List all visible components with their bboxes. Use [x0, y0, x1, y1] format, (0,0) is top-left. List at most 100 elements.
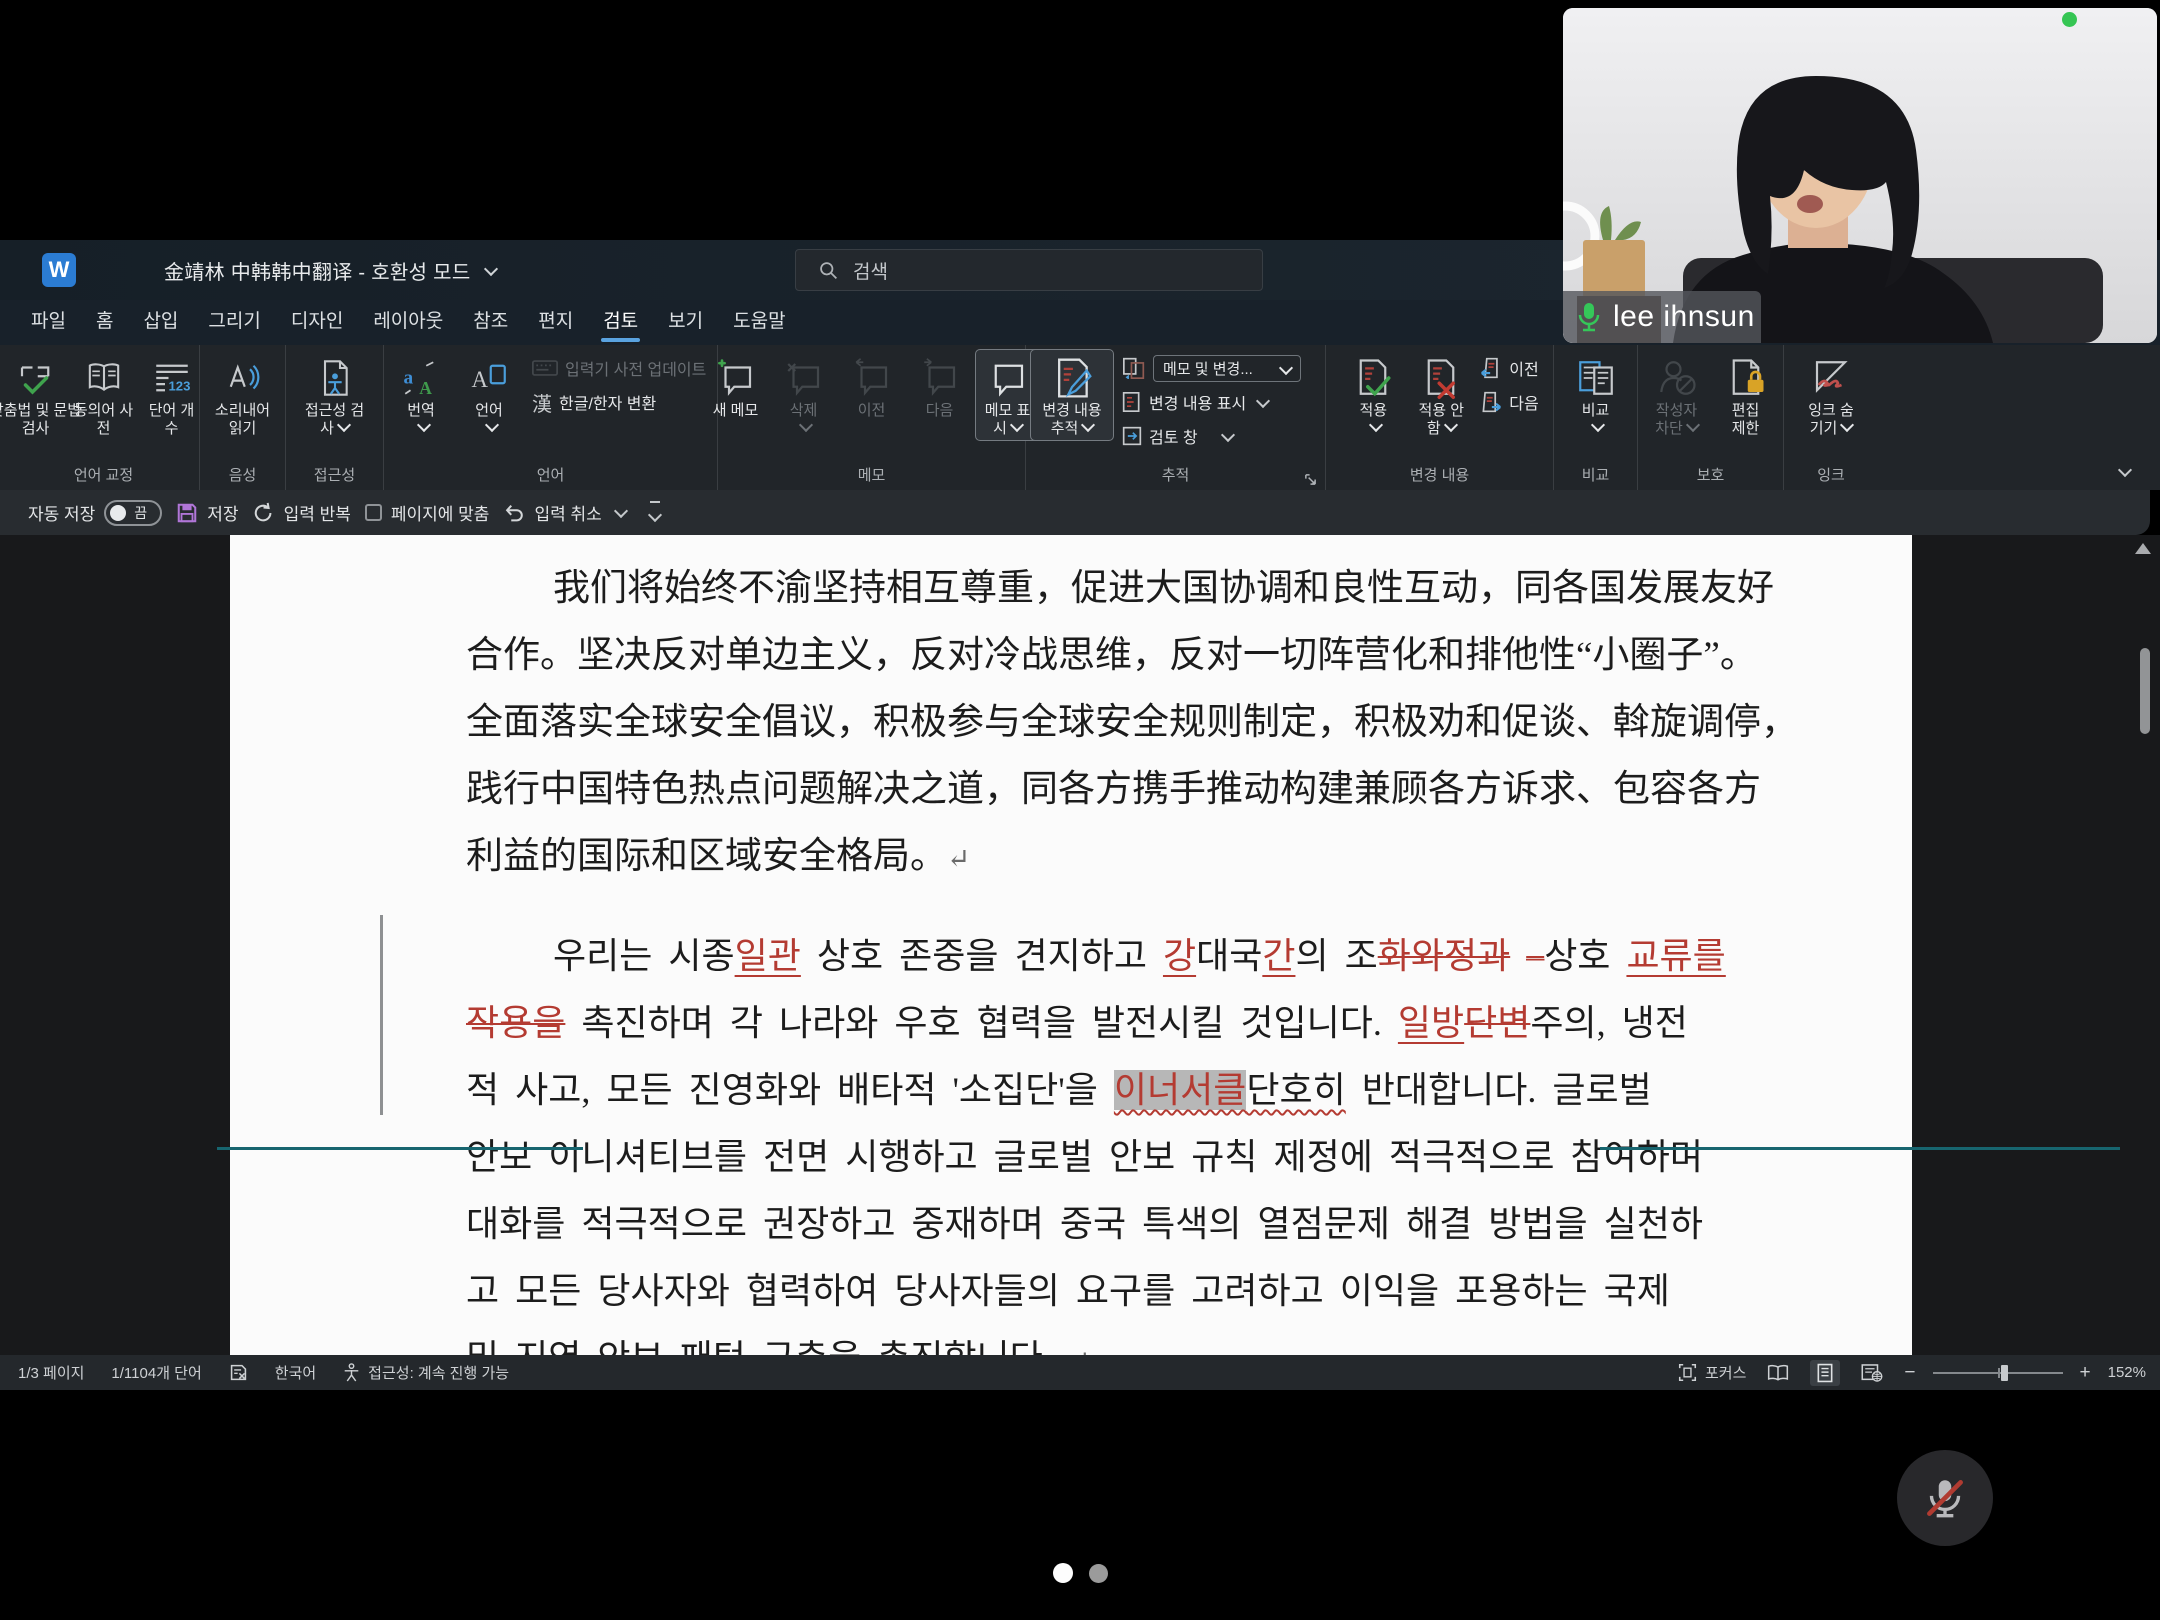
show-markup-button[interactable]: 변경 내용 표시 — [1122, 387, 1301, 417]
doc-line: 대화를 적극적으로 권장하고 중재하며 중국 특색의 열점문제 해결 방법을 실… — [466, 1192, 1726, 1259]
read-aloud-button[interactable]: 소리내어 읽기 — [204, 349, 281, 441]
scroll-up-arrow[interactable] — [2135, 543, 2151, 554]
ribbon-group-comments: 새 메모 삭제 — [718, 345, 1026, 490]
ribbon-group-compare: 비교 비교 — [1554, 345, 1638, 490]
lock-document-icon — [1725, 354, 1767, 402]
undo-button[interactable]: 입력 취소 — [503, 500, 625, 525]
zoom-slider[interactable] — [1933, 1372, 2063, 1374]
accept-change-button[interactable]: 적용 — [1340, 349, 1406, 441]
markup-options-dropdown[interactable]: 메모 및 변경... — [1122, 353, 1301, 383]
reject-change-button[interactable]: 적용 안 함 — [1408, 349, 1474, 441]
markup-pages-icon — [1122, 357, 1146, 379]
hide-ink-button[interactable]: 잉크 숨기기 — [1797, 349, 1865, 441]
focus-mode-button[interactable]: 포커스 — [1678, 1362, 1746, 1383]
ribbon-group-ink: 잉크 숨기기 잉크 — [1784, 345, 1878, 490]
tab-레이아웃[interactable]: 레이아웃 — [358, 300, 458, 345]
track-changes-button[interactable]: 변경 내용 추적 — [1030, 349, 1114, 441]
tab-홈[interactable]: 홈 — [81, 300, 128, 345]
zoom-out-button[interactable]: − — [1904, 1362, 1915, 1384]
previous-change-button[interactable]: 이전 — [1480, 353, 1538, 383]
group-label-protect: 보호 — [1642, 465, 1779, 490]
mute-microphone-button[interactable] — [1897, 1450, 1993, 1546]
title-chevron-down-icon[interactable] — [484, 261, 498, 275]
document-area[interactable]: 我们将始终不渝坚持相互尊重，促进大国协调和良性互动，同各国发展友好合作。坚决反对… — [0, 535, 2160, 1355]
autosave-toggle[interactable]: 자동 저장 끔 — [28, 500, 162, 526]
doc-line: 고 모든 당사자와 협력하여 당사자들의 요구를 고려하고 이익을 포용하는 국… — [466, 1259, 1726, 1326]
spelling-grammar-button[interactable]: 맞춤법 및 문법 검사 — [3, 349, 69, 441]
ribbon-group-speech: 소리내어 읽기 음성 — [200, 345, 286, 490]
webcam-video-tile[interactable]: lee ihnsun — [1563, 8, 2157, 343]
tab-편지[interactable]: 편지 — [523, 300, 588, 345]
doc-line: 全面落实全球安全倡议，积极参与全球安全规则制定，积极劝和促谈、斡旋调停， — [466, 691, 1726, 758]
page-dot-active[interactable] — [1053, 1563, 1073, 1583]
block-authors-button: 작성자 차단 — [1643, 349, 1711, 441]
scrollbar-thumb[interactable] — [2140, 648, 2150, 734]
undo-chevron-icon[interactable] — [614, 504, 628, 518]
language-indicator[interactable]: 한국어 — [275, 1362, 316, 1383]
fit-page-checkbox[interactable]: 페이지에 맞춤 — [365, 500, 490, 525]
undo-icon — [503, 502, 525, 524]
read-mode-button[interactable] — [1763, 1360, 1793, 1386]
translate-button[interactable]: a A 번역 — [388, 349, 454, 441]
next-comment-icon — [919, 354, 961, 402]
korean-paragraph: 우리는 시종일관 상호 존중을 견지하고 강대국간의 조화와정과 –상호 교류를… — [466, 924, 1726, 1355]
dialog-launcher-icon[interactable] — [1304, 473, 1317, 486]
next-change-button[interactable]: 다음 — [1480, 387, 1538, 417]
previous-comment-button: 이전 — [839, 349, 905, 423]
track-changes-icon — [1050, 354, 1094, 402]
doc-line: 및 지역 안보 패턴 구축을 촉진합니다. ↵ — [466, 1326, 1726, 1355]
doc-line: 안보 이니셔티브를 전면 시행하고 글로벌 안보 규칙 제정에 적극적으로 참여… — [466, 1125, 1726, 1192]
doc-line: 작용을 촉진하며 각 나라와 우호 협력을 발전시킬 것입니다. 일방단변주의,… — [466, 991, 1726, 1058]
reviewing-pane-button[interactable]: 검토 창 — [1122, 421, 1301, 451]
compare-button[interactable]: 비교 — [1563, 349, 1629, 441]
svg-text:A: A — [472, 367, 489, 392]
word-count-button[interactable]: 123 단어 개수 — [139, 349, 205, 441]
tab-보기[interactable]: 보기 — [653, 300, 718, 345]
print-layout-button[interactable] — [1810, 1360, 1840, 1386]
accessibility-person-icon — [343, 1363, 360, 1382]
web-layout-button[interactable] — [1857, 1360, 1887, 1386]
page-indicator[interactable]: 1/3 페이지 — [18, 1362, 84, 1383]
proofing-status-button[interactable] — [229, 1363, 248, 1382]
zoom-in-button[interactable]: + — [2080, 1362, 2091, 1384]
tracked-change-bar — [380, 915, 383, 1115]
new-comment-icon — [714, 354, 758, 402]
repeat-button[interactable]: 입력 반복 — [253, 500, 351, 525]
save-button[interactable]: 저장 — [176, 500, 238, 525]
word-count-indicator[interactable]: 1/1104개 단어 — [111, 1362, 201, 1383]
document-title-text: 金靖林 中韩韩中翻译 - 호환성 모드 — [164, 256, 471, 285]
accessibility-status[interactable]: 접근성: 계속 진행 가능 — [343, 1362, 509, 1383]
tab-파일[interactable]: 파일 — [16, 300, 81, 345]
connection-status-dot — [2062, 12, 2077, 27]
accessibility-check-button[interactable]: 접근성 검사 — [299, 349, 371, 441]
tab-그리기[interactable]: 그리기 — [193, 300, 275, 345]
tab-참조[interactable]: 참조 — [458, 300, 523, 345]
doc-line: 合作。坚决反对单边主义，反对冷战思维，反对一切阵营化和排他性“小圈子”。 — [466, 624, 1726, 691]
group-label-comments: 메모 — [722, 465, 1021, 490]
new-comment-button[interactable]: 새 메모 — [703, 349, 769, 423]
svg-text:a: a — [404, 367, 414, 388]
reviewing-pane-icon — [1122, 426, 1142, 446]
tab-검토[interactable]: 검토 — [588, 300, 653, 345]
tab-삽입[interactable]: 삽입 — [128, 300, 193, 345]
collapse-ribbon-chevron-icon[interactable] — [2118, 463, 2132, 477]
thesaurus-button[interactable]: 동의어 사전 — [71, 349, 137, 441]
zoom-percent-button[interactable]: 152% — [2108, 1364, 2146, 1381]
ribbon: 맞춤법 및 문법 검사 동의어 사전 123 — [0, 345, 2160, 490]
quick-access-toolbar: 자동 저장 끔 저장 입력 반복 페이지에 맞춤 — [0, 490, 2150, 535]
language-button[interactable]: A 언어 — [456, 349, 522, 441]
zoom-slider-thumb[interactable] — [2001, 1365, 2008, 1381]
restrict-editing-button[interactable]: 편집 제한 — [1713, 349, 1779, 441]
tab-디자인[interactable]: 디자인 — [276, 300, 358, 345]
search-input[interactable]: 검색 — [795, 249, 1263, 291]
status-bar: 1/3 페이지 1/1104개 단어 한국어 접근성: 계속 진행 가능 — [0, 1355, 2160, 1390]
ribbon-group-changes: 적용 적용 안 함 — [1326, 345, 1554, 490]
previous-comment-icon — [851, 354, 893, 402]
hangul-hanja-convert-button[interactable]: 漢 한글/한자 변환 — [532, 387, 706, 417]
page-dot-inactive[interactable] — [1089, 1564, 1108, 1583]
tab-도움말[interactable]: 도움말 — [718, 300, 800, 345]
qat-overflow-button[interactable] — [650, 501, 660, 525]
group-label-proofing: 언어 교정 — [12, 465, 195, 490]
document-page[interactable]: 我们将始终不渝坚持相互尊重，促进大国协调和良性互动，同各国发展友好合作。坚决反对… — [230, 535, 1912, 1355]
search-icon — [818, 260, 839, 281]
